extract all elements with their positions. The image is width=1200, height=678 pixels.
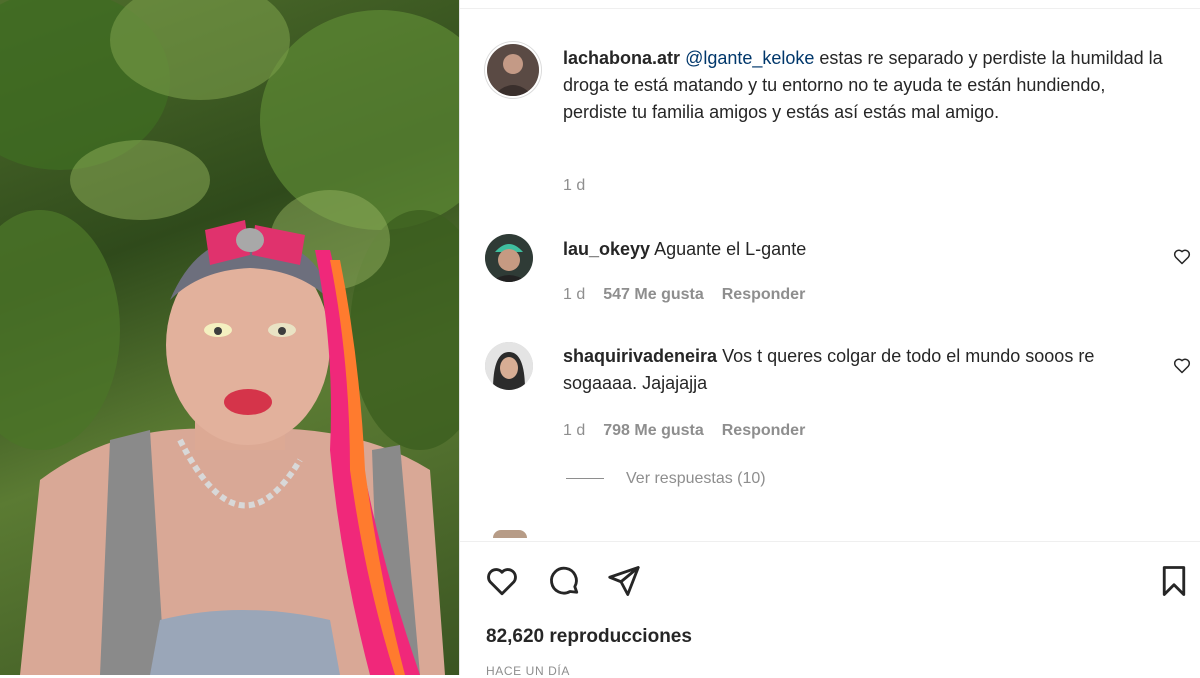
comment-text: Aguante el L-gante (654, 239, 807, 259)
view-replies-button[interactable]: Ver respuestas (10) (566, 470, 766, 488)
reply-button[interactable]: Responder (722, 286, 806, 303)
next-comment-avatar (493, 530, 527, 538)
replies-dash (566, 478, 604, 480)
comment-body: shaquirivadeneira Vos t queres colgar de… (563, 343, 1123, 397)
author-username[interactable]: lachabona.atr (563, 48, 680, 68)
comment-body: lau_okeyy Aguante el L-gante (563, 236, 1123, 263)
comment-avatar[interactable] (485, 342, 533, 390)
comment-username[interactable]: shaquirivadeneira (563, 346, 717, 366)
post-details-panel: lachabona.atr @lgante_keloke estas re se… (459, 0, 1200, 678)
comment-age: 1 d (563, 422, 586, 439)
reply-button[interactable]: Responder (722, 422, 806, 439)
heart-icon[interactable] (484, 563, 520, 599)
caption-age: 1 d (563, 177, 586, 194)
caption-mention[interactable]: @lgante_keloke (685, 48, 814, 68)
video-frame-image (0, 0, 459, 675)
bookmark-icon[interactable] (1156, 563, 1192, 599)
comment-age: 1 d (563, 286, 586, 303)
comment-avatar[interactable] (485, 234, 533, 282)
author-avatar[interactable] (485, 42, 541, 98)
comment-likes[interactable]: 798 Me gusta (603, 422, 703, 439)
top-divider (460, 8, 1200, 9)
share-icon[interactable] (606, 563, 642, 599)
comment-likes[interactable]: 547 Me gusta (603, 286, 703, 303)
view-replies-label: Ver respuestas (10) (626, 470, 766, 487)
post-timestamp: HACE UN DÍA (486, 664, 570, 678)
comment-avatar-image (485, 234, 533, 282)
comment-like-heart-icon[interactable] (1172, 355, 1192, 375)
comment-meta: 1 d 798 Me gusta Responder (563, 422, 805, 440)
comment-avatar-image (485, 342, 533, 390)
comment-meta: 1 d 547 Me gusta Responder (563, 286, 805, 304)
post-caption: lachabona.atr @lgante_keloke estas re se… (563, 45, 1173, 126)
actions-divider (460, 541, 1200, 542)
comment-icon[interactable] (546, 563, 582, 599)
author-avatar-image (487, 44, 539, 96)
post-media[interactable] (0, 0, 459, 675)
comment-like-heart-icon[interactable] (1172, 246, 1192, 266)
comment-username[interactable]: lau_okeyy (563, 239, 650, 259)
view-count[interactable]: 82,620 reproducciones (486, 626, 692, 648)
